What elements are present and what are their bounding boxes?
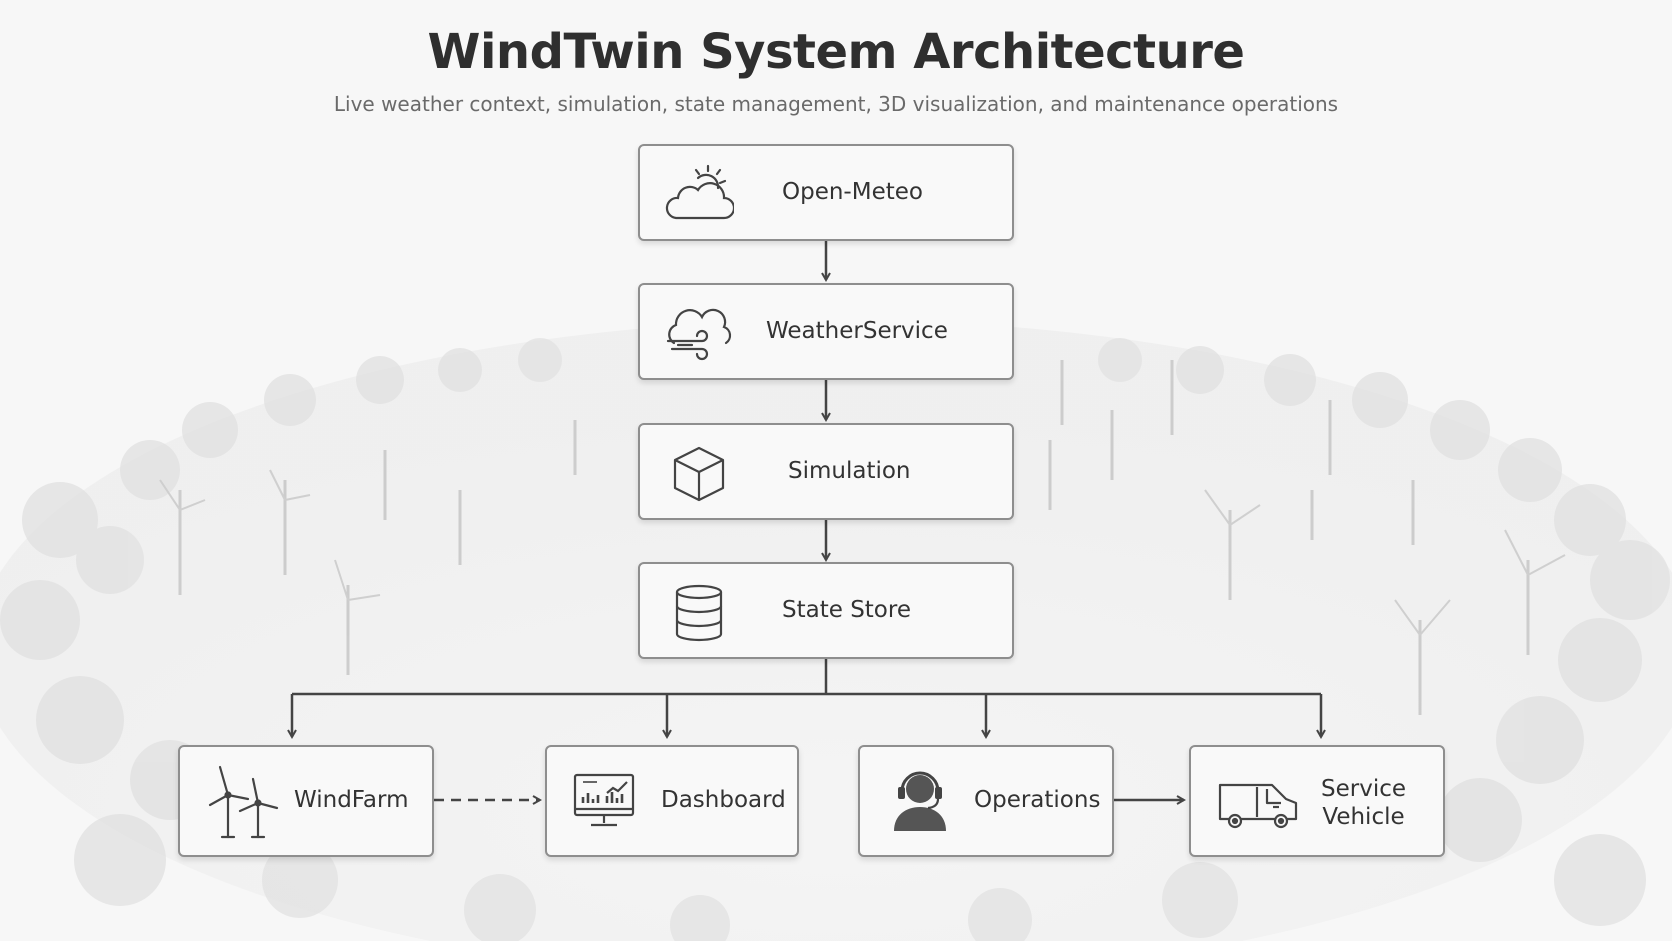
- node-open-meteo[interactable]: Open-Meteo: [638, 144, 1014, 241]
- statestore-branch-line: [292, 658, 1321, 696]
- node-simulation[interactable]: Simulation: [638, 423, 1014, 520]
- node-label: State Store: [782, 597, 911, 623]
- node-weather-service[interactable]: WeatherService: [638, 283, 1014, 380]
- node-service-vehicle[interactable]: Service Vehicle: [1189, 745, 1445, 857]
- cloud-sun-icon: [665, 164, 734, 220]
- node-label: Dashboard: [661, 787, 786, 813]
- node-operations[interactable]: Operations: [858, 745, 1114, 857]
- node-label-line-2: Vehicle: [1322, 804, 1405, 830]
- node-label: Operations: [974, 787, 1101, 813]
- cloud-wind-icon: [666, 308, 732, 361]
- database-icon: [675, 584, 723, 642]
- node-dashboard[interactable]: Dashboard: [545, 745, 799, 857]
- node-label: Service Vehicle: [1321, 775, 1406, 831]
- node-label-line-1: Service: [1321, 776, 1407, 802]
- node-windfarm[interactable]: WindFarm: [178, 745, 434, 857]
- wind-turbine-icon: [208, 765, 279, 839]
- node-label: Simulation: [788, 458, 911, 484]
- node-label: Open-Meteo: [782, 179, 923, 205]
- headset-operator-icon: [894, 771, 946, 831]
- cube-icon: [673, 446, 725, 502]
- monitor-chart-icon: [573, 773, 635, 827]
- node-label: WindFarm: [294, 787, 409, 813]
- node-state-store[interactable]: State Store: [638, 562, 1014, 659]
- node-label: WeatherService: [766, 318, 948, 344]
- van-icon: [1218, 783, 1298, 829]
